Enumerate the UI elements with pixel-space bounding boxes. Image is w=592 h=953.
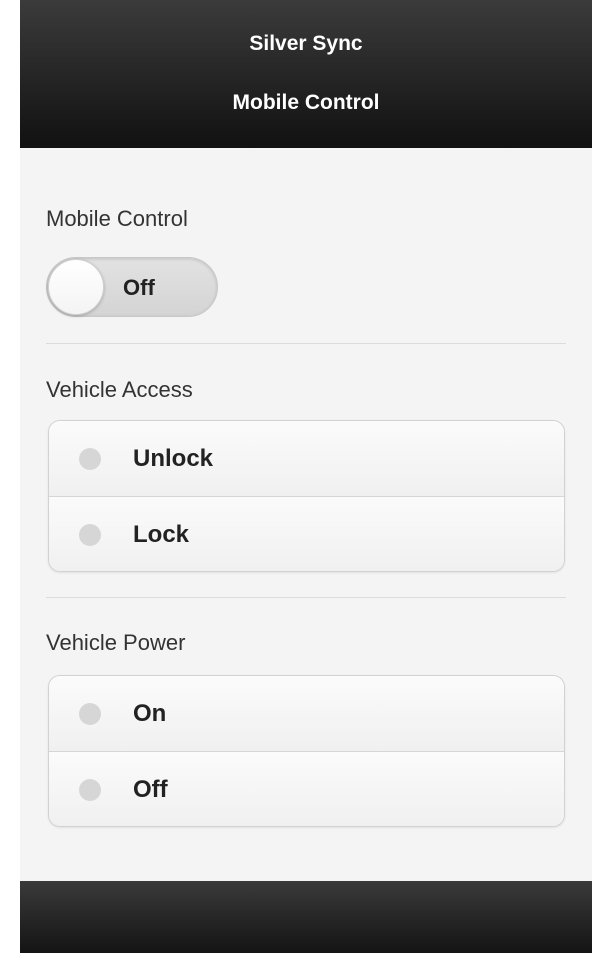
app-screen: Silver Sync Mobile Control Mobile Contro… bbox=[20, 0, 592, 953]
radio-label: Unlock bbox=[133, 445, 214, 472]
vehicle-access-label: Vehicle Access bbox=[46, 377, 193, 402]
toggle-knob[interactable] bbox=[48, 259, 104, 315]
radio-icon[interactable] bbox=[79, 524, 101, 546]
divider bbox=[46, 343, 566, 344]
content-area: Mobile Control Off Vehicle Access Unlock… bbox=[20, 148, 592, 881]
radio-icon[interactable] bbox=[79, 448, 101, 470]
radio-option-unlock[interactable]: Unlock bbox=[49, 421, 564, 497]
vehicle-power-label: Vehicle Power bbox=[46, 630, 186, 655]
header-bar: Silver Sync Mobile Control bbox=[20, 0, 592, 148]
radio-icon[interactable] bbox=[79, 703, 101, 725]
toggle-state-label: Off bbox=[123, 275, 155, 300]
radio-label: Off bbox=[133, 776, 168, 803]
radio-label: On bbox=[133, 700, 167, 727]
footer-bar bbox=[20, 881, 592, 953]
radio-icon[interactable] bbox=[79, 779, 101, 801]
vehicle-access-radio-group: Unlock Lock bbox=[48, 420, 565, 572]
page-title: Mobile Control bbox=[232, 91, 380, 114]
mobile-control-label: Mobile Control bbox=[46, 206, 188, 231]
vehicle-power-radio-group: On Off bbox=[48, 675, 565, 827]
radio-option-on[interactable]: On bbox=[49, 676, 564, 752]
app-title: Silver Sync bbox=[249, 32, 363, 55]
radio-label: Lock bbox=[133, 521, 190, 548]
radio-option-lock[interactable]: Lock bbox=[49, 497, 564, 571]
divider bbox=[46, 597, 566, 598]
mobile-control-toggle[interactable]: Off bbox=[46, 257, 218, 317]
radio-option-off[interactable]: Off bbox=[49, 752, 564, 826]
